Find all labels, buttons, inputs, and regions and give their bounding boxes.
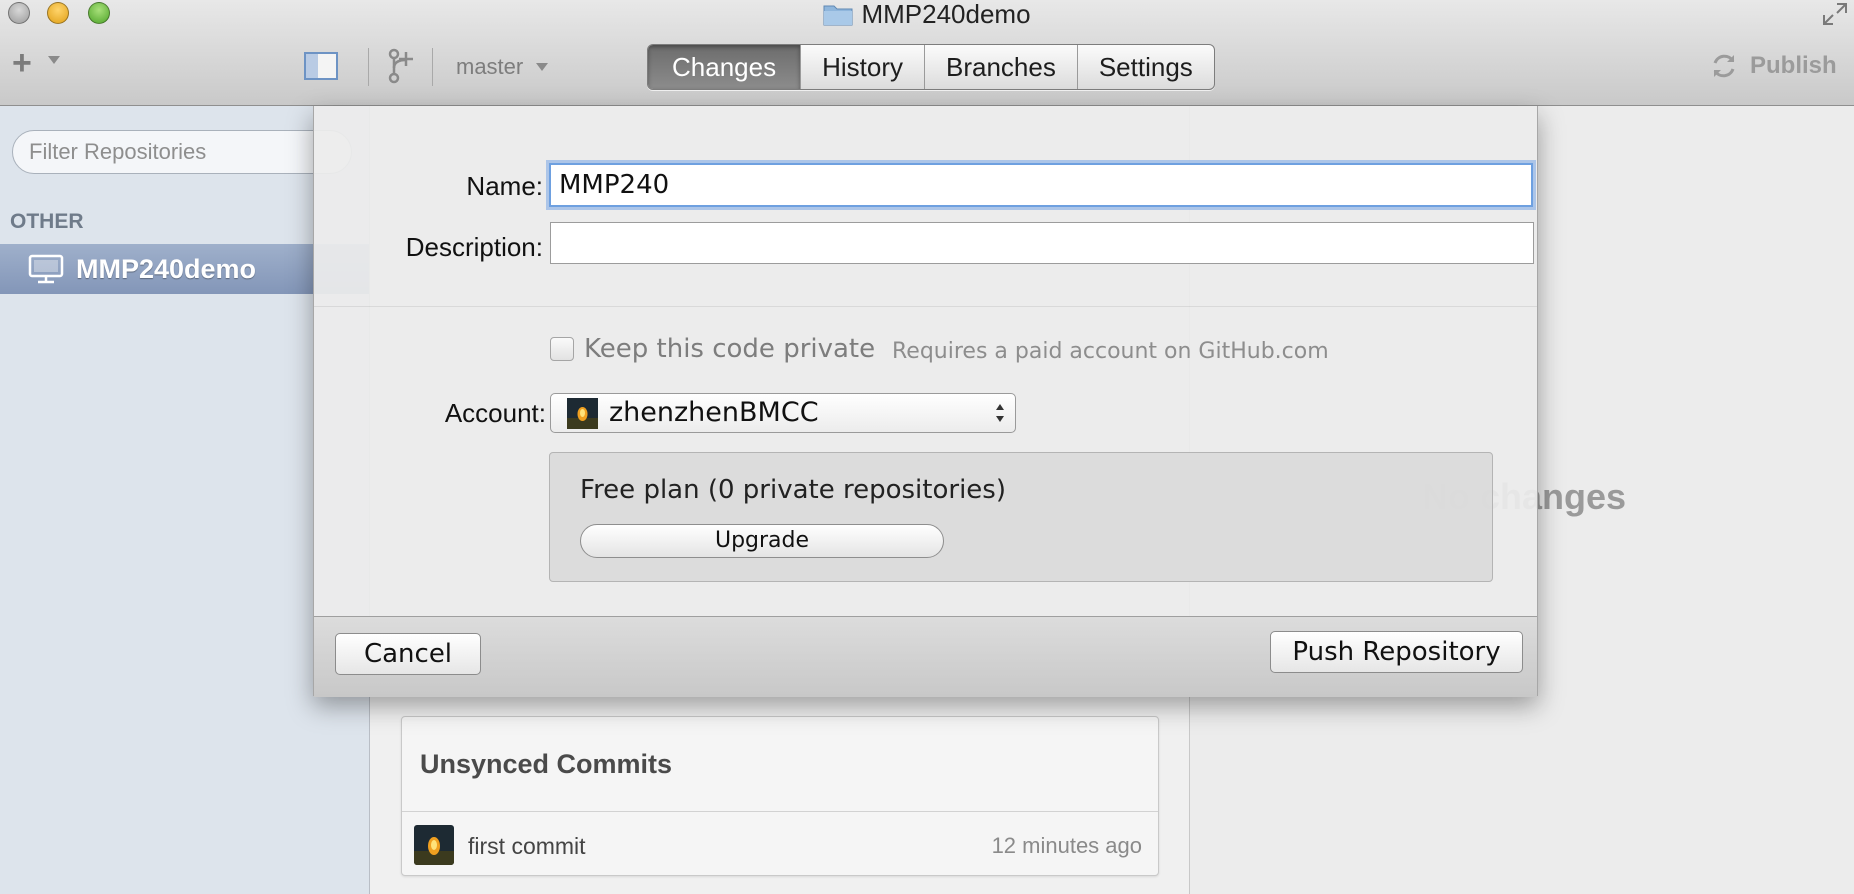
name-label: Name: xyxy=(466,171,543,201)
tab-history[interactable]: History xyxy=(800,45,924,89)
dialog-footer: Cancel Push Repository xyxy=(314,616,1537,697)
filter-repositories-input[interactable]: Filter Repositories xyxy=(12,130,352,174)
account-value: zhenzhenBMCC xyxy=(609,397,819,428)
description-field[interactable] xyxy=(550,222,1534,264)
tab-changes[interactable]: Changes xyxy=(648,45,801,89)
popup-arrows-icon xyxy=(996,404,1004,422)
keep-private-checkbox[interactable] xyxy=(550,337,574,361)
push-repository-dialog: Name: MMP240 Description: Keep this code… xyxy=(313,106,1538,697)
toolbar-divider xyxy=(368,48,369,86)
monitor-icon xyxy=(28,254,64,289)
view-tabs: Changes History Branches Settings xyxy=(647,44,1215,90)
publish-button[interactable]: Publish xyxy=(1710,52,1837,80)
publish-label: Publish xyxy=(1750,52,1837,79)
cancel-button[interactable]: Cancel xyxy=(335,633,481,675)
divider xyxy=(402,811,1158,812)
commit-time: 12 minutes ago xyxy=(991,833,1142,858)
plan-text: Free plan (0 private repositories) xyxy=(580,475,1006,505)
name-field[interactable]: MMP240 xyxy=(549,163,1533,207)
plan-info-box: Free plan (0 private repositories) Upgra… xyxy=(549,452,1493,582)
sidebar-toggle-icon[interactable] xyxy=(304,52,338,80)
unsynced-commits-panel: Unsynced Commits first commit 12 minutes… xyxy=(401,716,1159,876)
commit-message: first commit xyxy=(468,833,586,859)
tab-branches[interactable]: Branches xyxy=(923,45,1077,89)
upgrade-button[interactable]: Upgrade xyxy=(580,524,944,558)
fullscreen-icon[interactable] xyxy=(1822,2,1848,31)
unsynced-commits-title: Unsynced Commits xyxy=(420,749,673,779)
window-title-bar: MMP240demo xyxy=(0,0,1854,31)
avatar xyxy=(567,398,598,429)
tab-settings[interactable]: Settings xyxy=(1076,45,1214,89)
description-label: Description: xyxy=(405,232,543,262)
account-label: Account: xyxy=(444,398,546,428)
toolbar-divider xyxy=(432,48,433,86)
push-repository-button[interactable]: Push Repository xyxy=(1270,631,1523,673)
avatar xyxy=(414,825,454,865)
chevron-down-icon[interactable] xyxy=(48,56,60,64)
divider xyxy=(314,306,1537,307)
account-select[interactable]: zhenzhenBMCC xyxy=(550,393,1016,433)
sidebar-section-header: OTHER xyxy=(10,210,84,233)
branch-icon[interactable] xyxy=(386,48,416,89)
private-hint: Requires a paid account on GitHub.com xyxy=(892,339,1329,364)
window-toolbar: MMP240demo + master Changes History Bran… xyxy=(0,0,1854,106)
window-title: MMP240demo xyxy=(861,0,1031,29)
folder-icon xyxy=(823,2,853,31)
sidebar-item-label: MMP240demo xyxy=(76,254,257,284)
sync-icon xyxy=(1713,54,1735,78)
plus-icon[interactable]: + xyxy=(12,46,32,80)
chevron-down-icon[interactable] xyxy=(536,63,548,71)
keep-private-label: Keep this code private xyxy=(584,334,876,364)
branch-selector[interactable]: master xyxy=(456,54,523,80)
